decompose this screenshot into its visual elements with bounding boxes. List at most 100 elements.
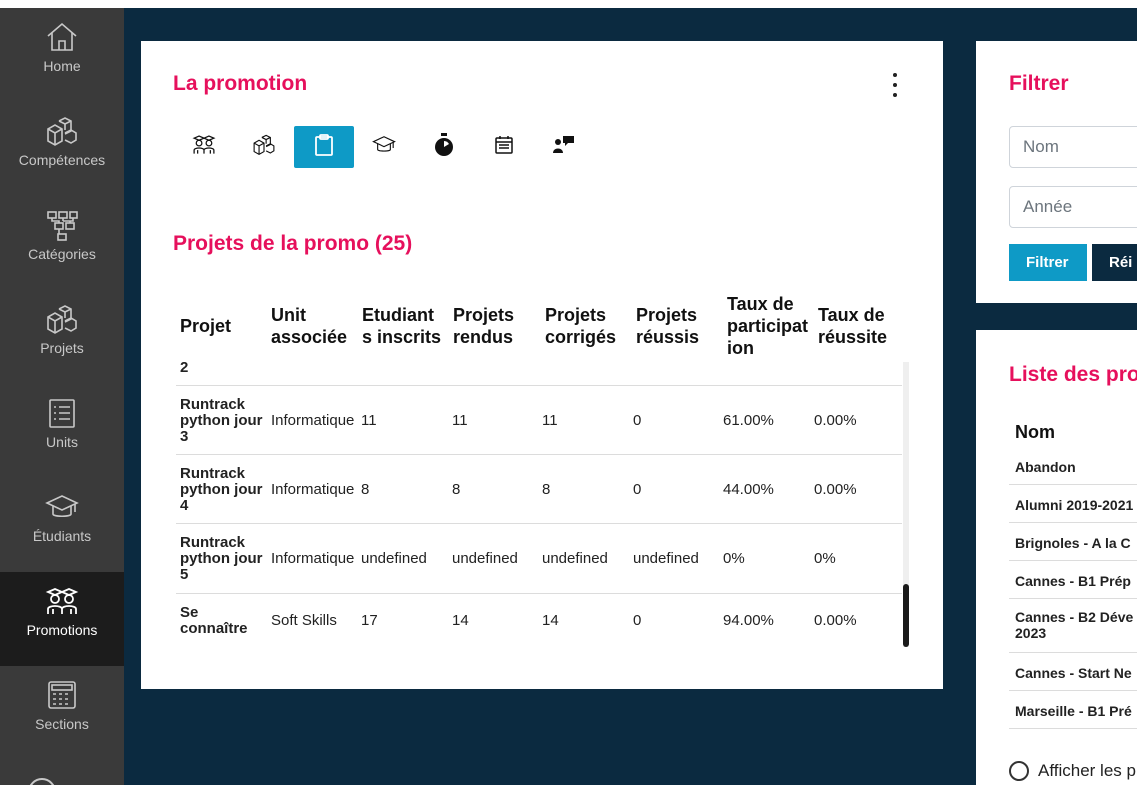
column-header-line: Taux de bbox=[727, 294, 794, 314]
list-item-label: Brignoles - A la C bbox=[1015, 535, 1131, 551]
column-header-line: Taux de bbox=[818, 305, 885, 325]
table-row[interactable]: Runtrack python jour 3 Informatique 11 11 11 0 6… bbox=[176, 386, 902, 455]
column-header-line: participat bbox=[727, 316, 809, 336]
cell-corriges: undefined bbox=[542, 550, 608, 567]
sidebar-item-competences[interactable]: Compétences bbox=[0, 102, 124, 196]
home-icon bbox=[45, 20, 79, 54]
cell-reussite: 0% bbox=[814, 550, 836, 567]
name-input[interactable]: Nom bbox=[1009, 126, 1137, 168]
name-input-placeholder: Nom bbox=[1023, 137, 1059, 156]
project-name[interactable]: Runtrack python jour 4 bbox=[180, 465, 270, 514]
list-item-label: Marseille - B1 Pré bbox=[1015, 703, 1132, 719]
tab-stopwatch[interactable] bbox=[414, 126, 474, 168]
column-header[interactable]: Unit associée bbox=[271, 304, 347, 348]
filter-button[interactable]: Filtrer bbox=[1009, 244, 1087, 281]
column-header-line: Projets bbox=[545, 305, 607, 325]
scrollbar-thumb[interactable] bbox=[903, 584, 909, 647]
cubes-icon bbox=[45, 302, 79, 336]
tab-clipboard[interactable] bbox=[294, 126, 354, 168]
clipboard-icon bbox=[313, 133, 335, 162]
promotion-card: La promotion Projets de la promo (25) Pr… bbox=[141, 41, 943, 689]
column-header[interactable]: Projets corrigés bbox=[545, 304, 616, 348]
more-options-icon[interactable] bbox=[891, 73, 899, 97]
promotions-list-card: Liste des pro Nom Abandon Alumni 2019-202… bbox=[976, 330, 1137, 785]
show-all-toggle[interactable]: Afficher les p bbox=[1009, 761, 1136, 781]
column-header-line: ion bbox=[727, 338, 754, 358]
table-row[interactable]: Runtrack python jour 5 Informatique undefine… bbox=[176, 524, 902, 594]
sidebar-item-projets[interactable]: Projets bbox=[0, 290, 124, 384]
sidebar-item-label: Promotions bbox=[26, 622, 98, 638]
cell-corriges: 8 bbox=[542, 480, 551, 498]
cell-participation: 0% bbox=[723, 550, 745, 567]
cell-rendus: 14 bbox=[452, 612, 469, 629]
list-item[interactable]: Cannes - B1 Prép bbox=[1009, 561, 1137, 599]
sidebar-item-label: Sections bbox=[35, 716, 89, 732]
calendar-icon bbox=[493, 134, 515, 161]
project-name[interactable]: Se connaître bbox=[180, 605, 270, 637]
column-header[interactable]: Etudiant s inscrits bbox=[362, 304, 441, 348]
list-item[interactable]: Alumni 2019-2021 bbox=[1009, 485, 1137, 523]
project-name[interactable]: Runtrack python jour 5 bbox=[180, 535, 270, 583]
column-header-line: réussis bbox=[636, 327, 700, 347]
table-row[interactable]: 2 bbox=[176, 362, 902, 386]
reset-button[interactable]: Réi bbox=[1092, 244, 1137, 281]
list-item[interactable]: Brignoles - A la C bbox=[1009, 523, 1137, 561]
list-item[interactable]: Marseille - B1 Pré bbox=[1009, 691, 1137, 729]
project-name-line: python jour bbox=[180, 550, 263, 567]
cell-reussite: 0.00% bbox=[814, 411, 857, 429]
tab-cubes[interactable] bbox=[234, 126, 294, 168]
tab-students-group[interactable] bbox=[174, 126, 234, 168]
cell-rendus: 8 bbox=[452, 480, 461, 498]
filter-title: Filtrer bbox=[1009, 72, 1069, 95]
column-header[interactable]: Projets rendus bbox=[453, 304, 514, 348]
table-scrollbar[interactable] bbox=[903, 362, 909, 647]
sidebar-item-promotions[interactable]: Promotions bbox=[0, 572, 124, 666]
sidebar-item-sections[interactable]: Sections bbox=[0, 666, 124, 760]
cell-rendus: 11 bbox=[452, 411, 468, 429]
cell-reussite: 0.00% bbox=[814, 480, 857, 498]
table-row[interactable]: Runtrack python jour 4 Informatique 8 8 8 0 44.0… bbox=[176, 455, 902, 524]
column-header[interactable]: Projet bbox=[180, 315, 231, 337]
sidebar-item-label: Units bbox=[46, 434, 78, 450]
list-item[interactable]: Cannes - Start Ne bbox=[1009, 653, 1137, 691]
column-header[interactable]: Taux de réussite bbox=[818, 304, 887, 348]
list-item[interactable]: Abandon bbox=[1009, 447, 1137, 485]
sidebar-item-units[interactable]: Units bbox=[0, 384, 124, 478]
sidebar-next-icon[interactable] bbox=[28, 778, 56, 785]
project-name-line: Runtrack bbox=[180, 534, 246, 551]
column-header-line: s inscrits bbox=[362, 327, 442, 347]
list-item[interactable]: Cannes - B2 Déve 2023 bbox=[1009, 599, 1137, 653]
column-header-line: réussite bbox=[818, 327, 888, 347]
column-header-line: Projets bbox=[453, 305, 515, 325]
cell-unit: Informatique bbox=[271, 480, 355, 498]
column-header-line: Unit bbox=[271, 305, 306, 325]
cell-unit: Informatique bbox=[271, 550, 355, 567]
radio-icon[interactable] bbox=[1009, 761, 1029, 781]
cell-inscrits: 8 bbox=[361, 480, 370, 498]
tab-graduation-cap[interactable] bbox=[354, 126, 414, 168]
tab-users-chat[interactable] bbox=[534, 126, 594, 168]
cubes-icon bbox=[252, 133, 276, 161]
project-name-line: python jour bbox=[180, 411, 263, 429]
sidebar-item-label: Home bbox=[43, 58, 81, 74]
column-header[interactable]: Taux de participat ion bbox=[727, 293, 808, 359]
table-body[interactable]: 2 Runtrack python jour 3 Informatique 11 11 11 0… bbox=[176, 362, 902, 647]
graduation-cap-icon bbox=[372, 133, 396, 161]
table-row[interactable]: Se connaître Soft Skills 17 14 14 0 94.00% 0.00% bbox=[176, 594, 902, 647]
list-item-label: Abandon bbox=[1015, 459, 1076, 475]
tab-calendar[interactable] bbox=[474, 126, 534, 168]
project-name-line: Se bbox=[180, 604, 199, 621]
project-name[interactable]: Runtrack python jour 3 bbox=[180, 396, 270, 445]
sidebar-item-categories[interactable]: Catégories bbox=[0, 196, 124, 290]
sidebar-item-etudiants[interactable]: Étudiants bbox=[0, 478, 124, 572]
sidebar-item-home[interactable]: Home bbox=[0, 8, 124, 102]
sidebar-item-label: Catégories bbox=[28, 246, 96, 262]
cell-reussis: undefined bbox=[633, 550, 699, 567]
calculator-icon bbox=[45, 678, 79, 712]
year-input-placeholder: Année bbox=[1023, 197, 1073, 216]
column-header[interactable]: Projets réussis bbox=[636, 304, 699, 348]
cell-corriges: 14 bbox=[542, 612, 559, 629]
cell-unit: Informatique bbox=[271, 411, 355, 429]
year-input[interactable]: Année bbox=[1009, 186, 1137, 228]
list-header-name: Nom bbox=[1015, 422, 1055, 442]
